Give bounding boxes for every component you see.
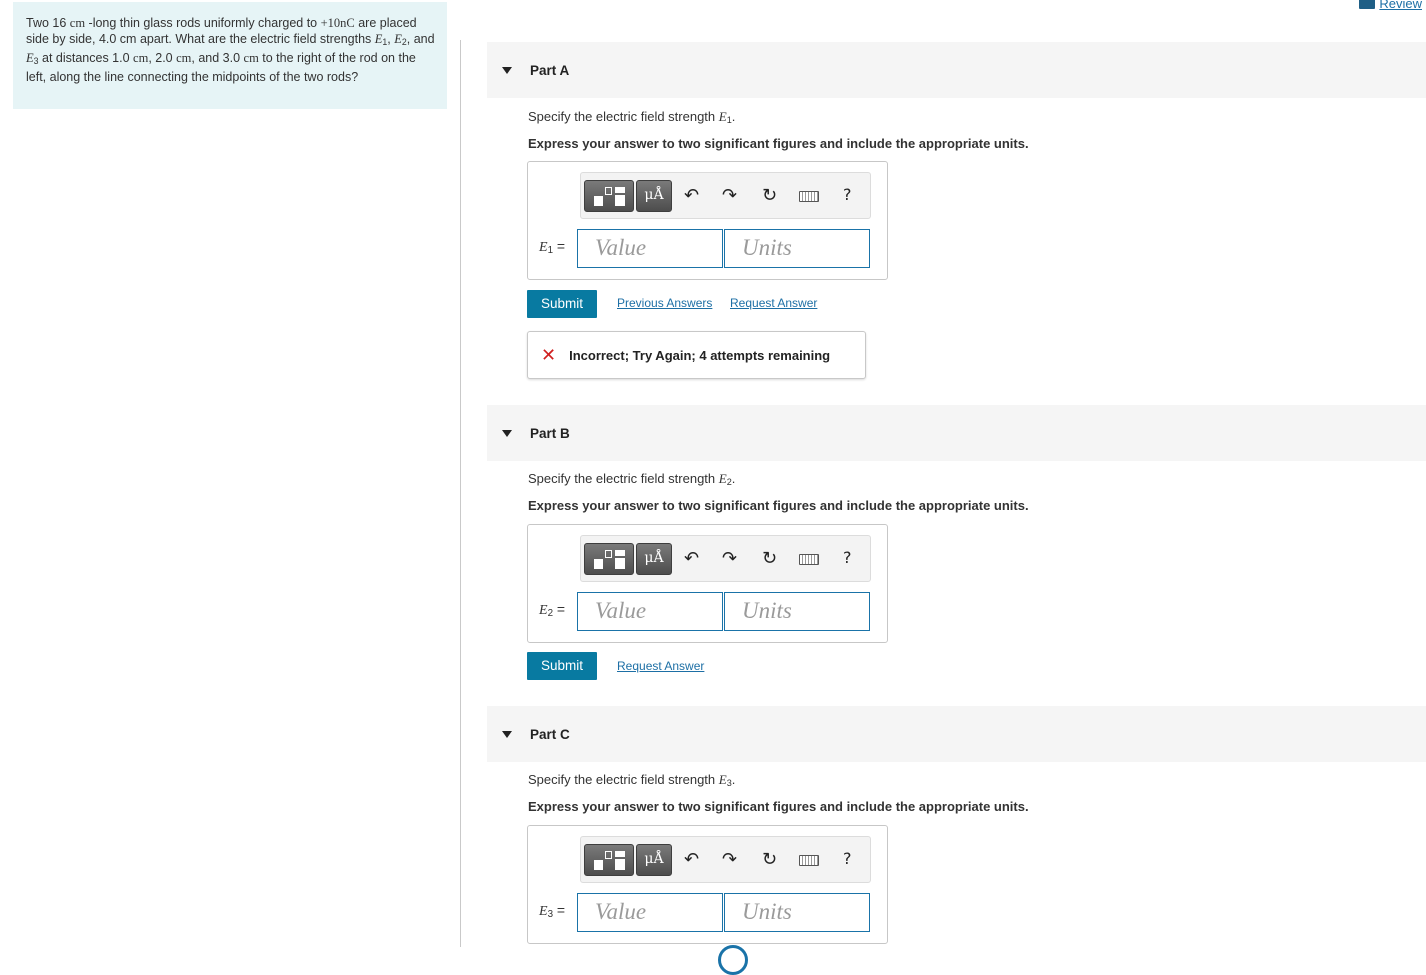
keyboard-icon[interactable] [799,855,819,866]
column-divider [460,40,461,947]
units-input[interactable]: Units [724,592,870,631]
help-icon[interactable]: ? [843,185,852,204]
collapse-triangle-icon[interactable] [502,730,512,738]
redo-icon[interactable]: ↷ [722,548,737,569]
value-input[interactable]: Value [577,592,723,631]
keyboard-icon[interactable] [799,554,819,565]
templates-button[interactable] [584,844,634,876]
book-icon [1359,0,1376,9]
part-c-answer-box: μÅ ↶ ↷ ↻ ? E3 = Value Units [527,825,888,944]
value-input[interactable]: Value [577,893,723,932]
feedback-message: Incorrect; Try Again; 4 attempts remaini… [569,347,831,363]
units-input[interactable]: Units [724,893,870,932]
math-toolbar: μÅ ↶ ↷ ↻ ? [580,535,871,582]
templates-button[interactable] [584,180,634,212]
part-b-answer-box: μÅ ↶ ↷ ↻ ? E2 = Value Units [527,524,888,643]
keyboard-icon[interactable] [799,191,819,202]
part-c-instructions: Express your answer to two significant f… [528,799,1029,814]
part-c-header[interactable]: Part C [487,706,1426,762]
part-a-instructions: Express your answer to two significant f… [528,136,1029,151]
help-icon[interactable]: ? [843,849,852,868]
units-symbols-button[interactable]: μÅ [636,180,672,212]
reset-icon[interactable]: ↻ [762,185,777,206]
scroll-peek-icon [718,945,748,975]
part-c-prompt: Specify the electric field strength E3. [528,772,736,788]
request-answer-link[interactable]: Request Answer [617,659,704,673]
part-b-title: Part B [530,425,570,441]
error-x-icon: ✕ [541,344,557,366]
e2-label: E2 = [539,601,566,619]
part-a-answer-box: μÅ ↶ ↷ ↻ ? E1 = Value Units [527,161,888,280]
reset-icon[interactable]: ↻ [762,849,777,870]
part-b-instructions: Express your answer to two significant f… [528,498,1029,513]
math-toolbar: μÅ ↶ ↷ ↻ ? [580,172,871,219]
request-answer-link[interactable]: Request Answer [730,296,817,310]
part-b-prompt: Specify the electric field strength E2. [528,471,736,487]
part-a-title: Part A [530,62,570,78]
reset-icon[interactable]: ↻ [762,548,777,569]
help-icon[interactable]: ? [843,548,852,567]
e3-label: E3 = [539,902,566,920]
templates-button[interactable] [584,543,634,575]
previous-answers-link[interactable]: Previous Answers [617,296,712,310]
part-c-title: Part C [530,726,570,742]
units-symbols-button[interactable]: μÅ [636,844,672,876]
redo-icon[interactable]: ↷ [722,185,737,206]
review-label: Review [1379,0,1422,11]
math-toolbar: μÅ ↶ ↷ ↻ ? [580,836,871,883]
e1-label: E1 = [539,238,566,256]
problem-statement: Two 16 cm -long thin glass rods uniforml… [13,2,447,109]
units-symbols-button[interactable]: μÅ [636,543,672,575]
part-a-header[interactable]: Part A [487,42,1426,98]
submit-button[interactable]: Submit [527,652,597,680]
part-a-prompt: Specify the electric field strength E1. [528,109,736,125]
redo-icon[interactable]: ↷ [722,849,737,870]
collapse-triangle-icon[interactable] [502,66,512,74]
undo-icon[interactable]: ↶ [684,548,699,569]
submit-button[interactable]: Submit [527,290,597,318]
part-b-header[interactable]: Part B [487,405,1426,461]
undo-icon[interactable]: ↶ [684,849,699,870]
undo-icon[interactable]: ↶ [684,185,699,206]
value-input[interactable]: Value [577,229,723,268]
review-link[interactable]: Review [1359,0,1422,11]
feedback-incorrect: ✕ Incorrect; Try Again; 4 attempts remai… [527,331,866,379]
units-input[interactable]: Units [724,229,870,268]
collapse-triangle-icon[interactable] [502,429,512,437]
